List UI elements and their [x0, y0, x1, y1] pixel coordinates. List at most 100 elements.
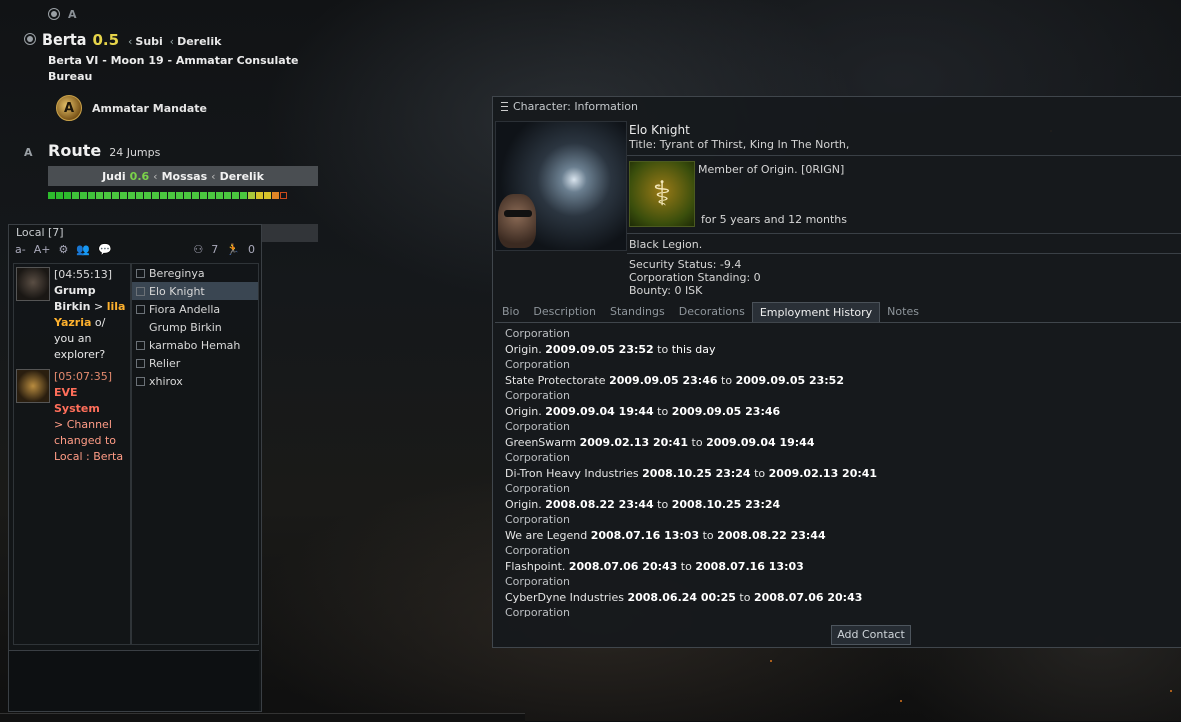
corporation-logo[interactable]: ⚕: [629, 161, 695, 227]
character-portrait[interactable]: [495, 121, 627, 251]
autopilot-icon[interactable]: A: [68, 8, 77, 21]
history-corp-link[interactable]: GreenSwarm: [505, 436, 580, 449]
local-chat-window[interactable]: Local [7] a- A+ ⚙ 👥 💬 ⚇ 7 🏃 0 [04:55:13]…: [8, 224, 262, 712]
tab-description[interactable]: Description: [526, 302, 603, 322]
route-jump-pip[interactable]: [216, 192, 223, 199]
sender-portrait[interactable]: [16, 267, 50, 301]
employment-history-item[interactable]: Corporation Origin. 2009.09.05 23:52 to t…: [505, 327, 1181, 358]
route-jump-pip[interactable]: [224, 192, 231, 199]
employment-history-item[interactable]: Corporation Origin. 2008.08.22 23:44 to 2…: [505, 482, 1181, 513]
employment-history-item[interactable]: Corporation Origin. 2009.09.04 19:44 to 2…: [505, 389, 1181, 420]
route-jump-pip[interactable]: [104, 192, 111, 199]
route-pips[interactable]: [48, 192, 324, 199]
system-info-icon[interactable]: [24, 33, 36, 45]
tab-decorations[interactable]: Decorations: [672, 302, 752, 322]
chat-input[interactable]: [9, 650, 259, 711]
history-corp-link[interactable]: We are Legend: [505, 529, 591, 542]
history-corp-link[interactable]: CyberDyne Industries: [505, 591, 627, 604]
route-jump-pip[interactable]: [88, 192, 95, 199]
station-name[interactable]: Berta VI - Moon 19 - Ammatar Consulate B…: [24, 53, 324, 85]
history-corp-link[interactable]: Origin.: [505, 498, 545, 511]
member-item[interactable]: Grump Birkin: [132, 318, 258, 336]
history-corp-link[interactable]: Origin.: [505, 343, 545, 356]
route-jump-pip[interactable]: [248, 192, 255, 199]
route-next-bar[interactable]: Judi 0.6 ‹ Mossas ‹ Derelik: [48, 166, 318, 186]
employment-history-item[interactable]: Corporation We are Legend 2008.07.16 13:0…: [505, 513, 1181, 544]
settings-icon[interactable]: ⚙: [58, 243, 68, 256]
member-item[interactable]: Relier: [132, 354, 258, 372]
route-jump-pip[interactable]: [240, 192, 247, 199]
alliance-name[interactable]: Black Legion.: [629, 238, 702, 251]
route-jump-pip[interactable]: [112, 192, 119, 199]
security-status: 0.5: [92, 31, 120, 49]
constellation-link[interactable]: Subi: [135, 35, 162, 48]
route-jump-pip[interactable]: [200, 192, 207, 199]
region-link[interactable]: Derelik: [177, 35, 221, 48]
route-jump-pip[interactable]: [80, 192, 87, 199]
route-jump-pip[interactable]: [128, 192, 135, 199]
route-jump-pip[interactable]: [168, 192, 175, 199]
tab-bio[interactable]: Bio: [495, 302, 526, 322]
route-jump-pip[interactable]: [64, 192, 71, 199]
member-item[interactable]: Fiora Andella: [132, 300, 258, 318]
history-corp-link[interactable]: Di-Tron Heavy Industries: [505, 467, 642, 480]
route-jump-pip[interactable]: [208, 192, 215, 199]
route-jump-pip[interactable]: [184, 192, 191, 199]
faction-name[interactable]: Ammatar Mandate: [92, 102, 207, 115]
route-jump-pip[interactable]: [96, 192, 103, 199]
route-region[interactable]: Derelik: [220, 170, 264, 183]
route-jump-pip[interactable]: [272, 192, 279, 199]
members-icon[interactable]: 👥: [76, 243, 90, 256]
tab-notes[interactable]: Notes: [880, 302, 926, 322]
chat-messages[interactable]: [04:55:13] Grump Birkin > lila Yazria o/…: [13, 263, 131, 645]
member-list[interactable]: Bereginya Elo Knight Fiora Andella Grump…: [131, 263, 259, 645]
route-jump-pip[interactable]: [48, 192, 55, 199]
history-corp-link[interactable]: Flashpoint.: [505, 560, 569, 573]
route-jump-pip[interactable]: [56, 192, 63, 199]
member-item[interactable]: karmabo Hemah: [132, 336, 258, 354]
bounty-line: Bounty: 0 ISK: [629, 284, 703, 297]
font-smaller-button[interactable]: a-: [15, 243, 26, 256]
route-jump-pip[interactable]: [136, 192, 143, 199]
system-name[interactable]: Berta: [42, 30, 86, 49]
font-larger-button[interactable]: A+: [34, 243, 51, 256]
route-next-system[interactable]: Judi: [102, 170, 126, 183]
route-jump-pip[interactable]: [264, 192, 271, 199]
faction-logo[interactable]: A: [56, 95, 82, 121]
local-chat-title[interactable]: Local [7]: [9, 225, 261, 240]
member-item[interactable]: Bereginya: [132, 264, 258, 282]
employment-history-item[interactable]: Corporation Di-Tron Heavy Industries 2008…: [505, 451, 1181, 482]
route-jump-pip[interactable]: [256, 192, 263, 199]
route-jump-pip[interactable]: [176, 192, 183, 199]
route-jump-pip[interactable]: [192, 192, 199, 199]
add-contact-button[interactable]: Add Contact: [831, 625, 911, 645]
employment-history-item[interactable]: Corporation Flashpoint. 2008.07.06 20:43 …: [505, 544, 1181, 575]
member-item-selected[interactable]: Elo Knight: [132, 282, 258, 300]
route-jump-pip[interactable]: [280, 192, 287, 199]
member-item[interactable]: xhirox: [132, 372, 258, 390]
history-corp-link[interactable]: State Protectorate: [505, 374, 609, 387]
character-info-window[interactable]: Character: Information Elo Knight Title:…: [492, 96, 1181, 648]
route-jump-pip[interactable]: [152, 192, 159, 199]
message-sender[interactable]: Grump Birkin: [54, 284, 96, 313]
corporation-membership[interactable]: Member of Origin. [0RIGN]: [698, 163, 844, 176]
route-jump-pip[interactable]: [232, 192, 239, 199]
route-jump-pip[interactable]: [72, 192, 79, 199]
route-via[interactable]: Mossas: [162, 170, 208, 183]
window-menu-icon[interactable]: [501, 101, 508, 111]
tab-employment-history[interactable]: Employment History: [751, 302, 881, 322]
employment-history-item[interactable]: Corporation GreenSwarm 2009.02.13 20:41 t…: [505, 420, 1181, 451]
corp-standing-line: Corporation Standing: 0: [629, 271, 761, 284]
employment-history-list[interactable]: Corporation Origin. 2009.09.05 23:52 to t…: [495, 327, 1181, 617]
history-to: 2009.09.05 23:52: [735, 374, 844, 387]
route-jump-pip[interactable]: [144, 192, 151, 199]
route-jump-pip[interactable]: [160, 192, 167, 199]
employment-history-item[interactable]: Corporation CyberDyne Industries 2008.06.…: [505, 575, 1181, 606]
history-sep: to: [750, 467, 769, 480]
employment-history-item[interactable]: Corporation State Protectorate 2009.09.05…: [505, 358, 1181, 389]
route-jump-pip[interactable]: [120, 192, 127, 199]
tab-standings[interactable]: Standings: [603, 302, 672, 322]
history-corp-link[interactable]: Origin.: [505, 405, 545, 418]
chat-bubble-icon[interactable]: 💬: [98, 243, 112, 256]
history-label: Corporation: [505, 513, 570, 526]
